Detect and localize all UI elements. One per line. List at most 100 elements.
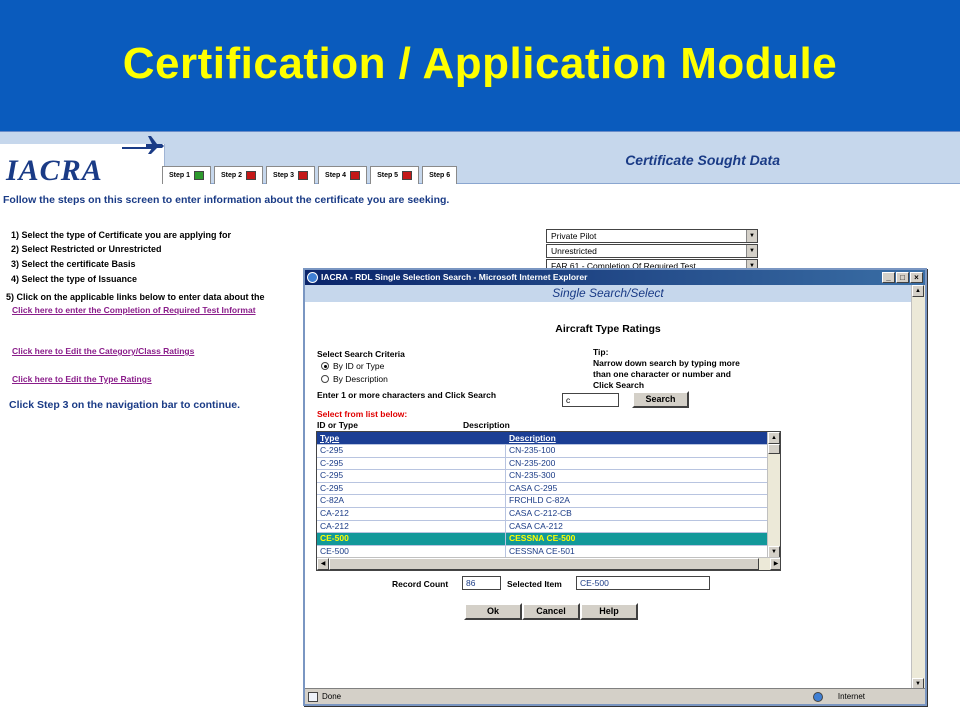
cell-description: CN-235-100	[509, 445, 556, 455]
column-label-description: Description	[463, 420, 510, 430]
tab-step-5[interactable]: Step 5	[370, 166, 420, 184]
globe-icon	[813, 692, 823, 702]
table-row[interactable]: C-295 CN-235-200	[317, 456, 768, 470]
internet-explorer-icon	[307, 272, 318, 283]
status-zone-text: Internet	[837, 692, 865, 701]
scroll-left-icon[interactable]: ◀	[317, 558, 329, 570]
tab-step-2[interactable]: Step 2	[214, 166, 264, 184]
criteria-label: Select Search Criteria	[317, 349, 405, 359]
completion-test-link[interactable]: Click here to enter the Completion of Re…	[12, 305, 256, 315]
cell-type: CE-500	[320, 533, 349, 544]
column-divider	[505, 457, 506, 470]
scroll-right-icon[interactable]: ▶	[770, 558, 780, 570]
tip-label: Tip:	[593, 347, 609, 357]
record-count-field: 86	[462, 576, 501, 590]
category-class-link[interactable]: Click here to Edit the Category/Class Ra…	[12, 346, 194, 356]
x-mark-icon	[402, 171, 413, 180]
minimize-icon[interactable]: _	[882, 272, 895, 283]
help-button[interactable]: Help	[580, 603, 638, 620]
radio-by-description[interactable]	[321, 375, 329, 383]
table-row[interactable]: C-295 CN-235-300	[317, 469, 768, 483]
header-title: Certificate Sought Data	[625, 152, 780, 168]
tab-step-4[interactable]: Step 4	[318, 166, 368, 184]
slide-title: Certification / Application Module	[122, 39, 838, 88]
cell-description: CASA CA-212	[509, 520, 563, 531]
table-row[interactable]: C-295 CN-235-100	[317, 444, 768, 457]
popup-titlebar: IACRA - RDL Single Selection Search - Mi…	[305, 270, 925, 285]
step-tab-label: Step 5	[377, 172, 399, 179]
x-mark-icon	[298, 171, 309, 180]
page-icon	[308, 692, 318, 702]
instruction-text: Follow the steps on this screen to enter…	[3, 194, 450, 206]
column-divider	[505, 520, 506, 533]
cell-description: CESSNA CE-501	[509, 545, 575, 556]
step-tab-label: Step 4	[325, 172, 347, 179]
section-title: Aircraft Type Ratings	[555, 323, 661, 335]
cell-type: CA-212	[320, 520, 349, 531]
table-row[interactable]: C-82A FRCHLD C-82A	[317, 494, 768, 508]
popup-header: Single Search/Select	[305, 285, 911, 302]
table-row[interactable]: CE-500 CESSNA CE-500	[317, 532, 768, 546]
close-icon[interactable]: ×	[910, 272, 923, 283]
radio-by-id[interactable]	[321, 362, 329, 370]
cell-type: C-295	[320, 482, 344, 493]
popup-window-title: IACRA - RDL Single Selection Search - Mi…	[321, 272, 588, 282]
chevron-down-icon[interactable]: ▼	[746, 245, 757, 257]
search-button[interactable]: Search	[632, 391, 689, 408]
type-ratings-link[interactable]: Click here to Edit the Type Ratings	[12, 374, 152, 384]
record-count-label: Record Count	[392, 579, 449, 589]
selected-item-label: Selected Item	[507, 579, 562, 589]
step-tab-label: Step 2	[221, 172, 243, 179]
table-row[interactable]: C-295 CASA C-295	[317, 481, 768, 495]
scroll-up-icon[interactable]: ▲	[768, 432, 780, 444]
grid-horizontal-scrollbar[interactable]: ◀ ▶	[317, 557, 780, 570]
checkmark-icon	[194, 171, 205, 180]
cell-description: FRCHLD C-82A	[509, 495, 570, 506]
step-line-5: 5) Click on the applicable links below t…	[6, 292, 265, 302]
column-divider	[505, 508, 506, 520]
tip-line-1: Narrow down search by typing more	[593, 358, 740, 368]
certificate-type-select[interactable]: Private Pilot ▼	[546, 229, 758, 243]
chevron-down-icon[interactable]: ▼	[746, 230, 757, 242]
continue-text: Click Step 3 on the navigation bar to co…	[9, 399, 241, 411]
tab-step-1[interactable]: Step 1	[162, 166, 212, 184]
search-input[interactable]: c	[562, 393, 619, 407]
results-grid: Type Description C-295 CN-235-100 C-295 CN-…	[316, 431, 781, 571]
ok-button[interactable]: Ok	[464, 603, 522, 620]
search-prompt: Enter 1 or more characters and Click Sea…	[317, 390, 497, 400]
tab-step-6[interactable]: Step 6	[422, 166, 458, 184]
scroll-up-icon[interactable]: ▲	[912, 285, 924, 297]
column-divider	[505, 470, 506, 483]
column-header-description[interactable]: Description	[509, 432, 556, 444]
column-divider	[505, 482, 506, 495]
tip-line-3: Click Search	[593, 380, 645, 390]
step-line-4: 4) Select the type of Issuance	[11, 274, 138, 284]
column-divider	[505, 533, 506, 546]
restriction-select[interactable]: Unrestricted ▼	[546, 244, 758, 258]
scroll-thumb[interactable]	[329, 558, 759, 570]
restriction-value: Unrestricted	[551, 246, 597, 256]
cell-description: CN-235-300	[509, 470, 556, 481]
column-divider	[505, 545, 506, 558]
tab-step-3[interactable]: Step 3	[266, 166, 316, 184]
cancel-button[interactable]: Cancel	[522, 603, 580, 620]
column-divider	[505, 495, 506, 508]
cell-description: CN-235-200	[509, 457, 556, 468]
radio-by-description-label: By Description	[333, 374, 388, 384]
cell-type: C-82A	[320, 495, 345, 506]
cell-type: C-295	[320, 457, 344, 468]
scroll-thumb[interactable]	[768, 444, 780, 454]
cell-type: CA-212	[320, 508, 349, 518]
popup-scrollbar[interactable]: ▲ ▼	[911, 285, 925, 690]
grid-header-row: Type Description	[317, 432, 768, 444]
table-row[interactable]: CE-500 CESSNA CE-501	[317, 544, 768, 558]
grid-vertical-scrollbar[interactable]: ▲ ▼	[767, 432, 780, 558]
step-navigation: Step 1 Step 2 Step 3 Step 4 Step 5 Step 6	[162, 166, 458, 184]
maximize-icon[interactable]: □	[896, 272, 909, 283]
table-row[interactable]: CA-212 CASA CA-212	[317, 519, 768, 533]
column-header-type[interactable]: Type	[320, 432, 339, 444]
airplane-icon	[122, 136, 164, 154]
step-tab-label: Step 3	[273, 172, 295, 179]
table-row[interactable]: CA-212 CASA C-212-CB	[317, 507, 768, 520]
step-line-1: 1) Select the type of Certificate you ar…	[11, 230, 232, 240]
